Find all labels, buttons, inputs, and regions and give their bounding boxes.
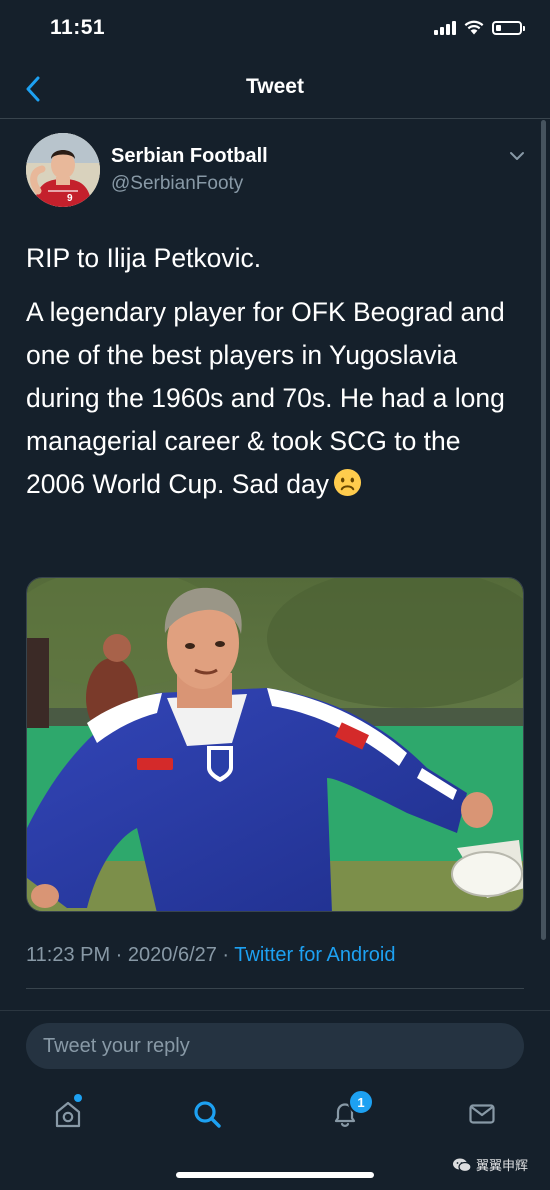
author-handle[interactable]: @SerbianFooty (111, 173, 243, 195)
battery-level (496, 24, 501, 31)
new-content-dot (74, 1094, 82, 1102)
status-bar: 11:51 (0, 0, 550, 60)
tweet-source-link[interactable]: Twitter for Android (234, 944, 395, 966)
svg-text:9: 9 (67, 193, 73, 204)
tweet-meta: 11:23 PM · 2020/6/27 · Twitter for Andro… (26, 944, 395, 967)
home-indicator (176, 1172, 374, 1178)
frowning-face-icon (333, 468, 362, 497)
author-name[interactable]: Serbian Football (111, 145, 268, 168)
watermark: 翼翼申辉 (452, 1155, 528, 1174)
tweet-photo-image (27, 578, 523, 911)
wechat-icon (453, 1158, 472, 1172)
tweet-text-line: RIP to Ilija Petkovic. (26, 243, 262, 273)
tweet-photo[interactable] (26, 577, 524, 912)
chevron-down-icon (510, 152, 524, 160)
reply-input[interactable] (26, 1023, 524, 1069)
avatar[interactable]: 9 (26, 133, 100, 207)
scrollbar[interactable] (541, 120, 546, 940)
status-icons (434, 20, 525, 35)
avatar-image: 9 (26, 133, 100, 207)
nav-header: Tweet (0, 60, 550, 119)
tab-home[interactable] (50, 1094, 86, 1132)
divider (26, 988, 524, 989)
home-icon (55, 1101, 81, 1128)
page-title: Tweet (246, 75, 304, 98)
notification-badge: 1 (348, 1089, 374, 1115)
mail-icon (469, 1104, 495, 1124)
more-options-button[interactable] (508, 147, 526, 165)
watermark-text: 翼翼申辉 (476, 1158, 529, 1173)
reply-composer (0, 1010, 550, 1083)
cellular-signal-icon (434, 20, 456, 35)
tweet-text-body: A legendary player for OFK Beograd and o… (26, 297, 505, 499)
tab-search[interactable] (189, 1096, 225, 1132)
battery-icon (492, 20, 525, 35)
search-icon (194, 1101, 221, 1128)
tweet-timestamp: 11:23 PM · 2020/6/27 · (26, 944, 235, 966)
tab-messages[interactable] (464, 1096, 500, 1132)
tweet-text: RIP to Ilija Petkovic. A legendary playe… (26, 237, 526, 506)
wifi-icon (464, 20, 484, 35)
tweet-author: 9 Serbian Football @SerbianFooty (26, 133, 526, 207)
tweet-text-paragraph: A legendary player for OFK Beograd and o… (26, 291, 526, 506)
tab-notifications[interactable]: 1 (327, 1089, 374, 1132)
status-time: 11:51 (50, 16, 106, 39)
